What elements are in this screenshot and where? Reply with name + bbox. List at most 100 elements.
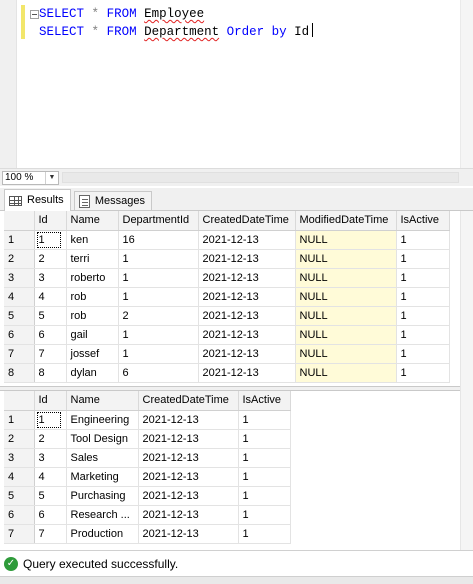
grid-cell[interactable]: 1: [396, 363, 450, 383]
table-row[interactable]: 4 4 rob 1 2021-12-13 NULL 1: [4, 287, 450, 307]
row-number[interactable]: 3: [4, 268, 35, 288]
grid-cell[interactable]: Purchasing: [66, 486, 139, 506]
grid-cell[interactable]: 1: [238, 505, 291, 525]
table-row[interactable]: 6 6 Research ... 2021-12-13 1: [4, 505, 291, 525]
results-vertical-scrollbar[interactable]: [460, 211, 473, 551]
grid-cell[interactable]: Marketing: [66, 467, 139, 487]
grid-cell[interactable]: rob: [66, 287, 119, 307]
grid-cell[interactable]: NULL: [295, 287, 397, 307]
row-number[interactable]: 1: [4, 230, 35, 250]
grid-cell[interactable]: 2: [34, 429, 67, 449]
tab-results[interactable]: Results: [4, 189, 71, 211]
grid-cell[interactable]: 2: [118, 306, 199, 326]
grid-cell-selected[interactable]: 1: [34, 410, 67, 430]
grid-cell[interactable]: 2021-12-13: [138, 448, 239, 468]
grid-cell[interactable]: 2021-12-13: [138, 524, 239, 544]
column-header[interactable]: Id: [34, 391, 67, 411]
grid-cell[interactable]: 7: [34, 524, 67, 544]
row-header-corner[interactable]: [4, 211, 35, 231]
grid-cell[interactable]: terri: [66, 249, 119, 269]
grid-cell-selected[interactable]: 1: [34, 230, 67, 250]
column-header[interactable]: ModifiedDateTime: [295, 211, 397, 231]
chevron-down-icon[interactable]: ▼: [45, 172, 58, 184]
grid-cell[interactable]: rob: [66, 306, 119, 326]
grid-cell[interactable]: 1: [396, 268, 450, 288]
grid-cell[interactable]: 1: [238, 448, 291, 468]
grid-cell[interactable]: 4: [34, 287, 67, 307]
grid-cell[interactable]: 2021-12-13: [198, 287, 296, 307]
column-header[interactable]: Name: [66, 391, 139, 411]
row-number[interactable]: 4: [4, 467, 35, 487]
table-row[interactable]: 1 1 Engineering 2021-12-13 1: [4, 410, 291, 430]
grid-cell[interactable]: 2021-12-13: [138, 505, 239, 525]
grid-cell[interactable]: 6: [34, 325, 67, 345]
column-header[interactable]: CreatedDateTime: [138, 391, 239, 411]
grid-cell[interactable]: 1: [396, 230, 450, 250]
grid-cell[interactable]: 1: [238, 429, 291, 449]
table-row[interactable]: 8 8 dylan 6 2021-12-13 NULL 1: [4, 363, 450, 383]
grid-cell[interactable]: 1: [238, 410, 291, 430]
row-number[interactable]: 8: [4, 363, 35, 383]
grid-cell[interactable]: 5: [34, 486, 67, 506]
grid-cell[interactable]: 6: [118, 363, 199, 383]
table-row[interactable]: 7 7 Production 2021-12-13 1: [4, 524, 291, 544]
grid-cell[interactable]: 1: [118, 344, 199, 364]
grid-cell[interactable]: NULL: [295, 249, 397, 269]
grid-cell[interactable]: 6: [34, 505, 67, 525]
employee-results-grid[interactable]: Id Name DepartmentId CreatedDateTime Mod…: [4, 211, 450, 383]
grid-cell[interactable]: 2021-12-13: [198, 306, 296, 326]
code-line-1[interactable]: SELECT * FROM Employee: [39, 7, 204, 22]
table-row[interactable]: 5 5 Purchasing 2021-12-13 1: [4, 486, 291, 506]
row-number[interactable]: 1: [4, 410, 35, 430]
grid-cell[interactable]: 1: [238, 486, 291, 506]
grid-cell[interactable]: 2: [34, 249, 67, 269]
row-number[interactable]: 3: [4, 448, 35, 468]
zoom-dropdown[interactable]: 100 % ▼: [2, 171, 59, 185]
grid-cell[interactable]: 4: [34, 467, 67, 487]
grid-cell[interactable]: 1: [238, 467, 291, 487]
column-header[interactable]: IsActive: [238, 391, 291, 411]
grid-cell[interactable]: dylan: [66, 363, 119, 383]
table-row[interactable]: 7 7 jossef 1 2021-12-13 NULL 1: [4, 344, 450, 364]
grid-cell[interactable]: 2021-12-13: [198, 268, 296, 288]
column-header[interactable]: IsActive: [396, 211, 450, 231]
grid-cell[interactable]: 2021-12-13: [198, 230, 296, 250]
column-header[interactable]: Name: [66, 211, 119, 231]
grid-cell[interactable]: 1: [118, 268, 199, 288]
grid-cell[interactable]: NULL: [295, 363, 397, 383]
grid-cell[interactable]: 2021-12-13: [198, 325, 296, 345]
row-number[interactable]: 6: [4, 325, 35, 345]
tab-messages[interactable]: Messages: [74, 191, 152, 210]
department-results-grid[interactable]: Id Name CreatedDateTime IsActive 1 1 Engin…: [4, 391, 291, 544]
row-number[interactable]: 7: [4, 344, 35, 364]
row-number[interactable]: 4: [4, 287, 35, 307]
grid-cell[interactable]: 8: [34, 363, 67, 383]
grid-cell[interactable]: Sales: [66, 448, 139, 468]
grid-cell[interactable]: ken: [66, 230, 119, 250]
grid-cell[interactable]: 2021-12-13: [198, 344, 296, 364]
grid-cell[interactable]: Engineering: [66, 410, 139, 430]
grid-cell[interactable]: 16: [118, 230, 199, 250]
row-number[interactable]: 6: [4, 505, 35, 525]
row-number[interactable]: 2: [4, 429, 35, 449]
table-row[interactable]: 3 3 roberto 1 2021-12-13 NULL 1: [4, 268, 450, 288]
grid-cell[interactable]: 7: [34, 344, 67, 364]
grid-cell[interactable]: 3: [34, 268, 67, 288]
row-number[interactable]: 2: [4, 249, 35, 269]
table-row[interactable]: 2 2 Tool Design 2021-12-13 1: [4, 429, 291, 449]
grid-cell[interactable]: NULL: [295, 230, 397, 250]
grid-cell[interactable]: 1: [396, 344, 450, 364]
grid-cell[interactable]: 1: [396, 306, 450, 326]
table-row[interactable]: 1 1 ken 16 2021-12-13 NULL 1: [4, 230, 450, 250]
grid-cell[interactable]: 1: [118, 249, 199, 269]
grid-cell[interactable]: 2021-12-13: [138, 486, 239, 506]
table-row[interactable]: 5 5 rob 2 2021-12-13 NULL 1: [4, 306, 450, 326]
grid-cell[interactable]: 2021-12-13: [138, 410, 239, 430]
grid-cell[interactable]: 1: [118, 325, 199, 345]
row-number[interactable]: 7: [4, 524, 35, 544]
grid-cell[interactable]: 2021-12-13: [198, 363, 296, 383]
grid-cell[interactable]: 2021-12-13: [138, 467, 239, 487]
row-number[interactable]: 5: [4, 306, 35, 326]
grid-cell[interactable]: 2021-12-13: [138, 429, 239, 449]
grid-cell[interactable]: gail: [66, 325, 119, 345]
